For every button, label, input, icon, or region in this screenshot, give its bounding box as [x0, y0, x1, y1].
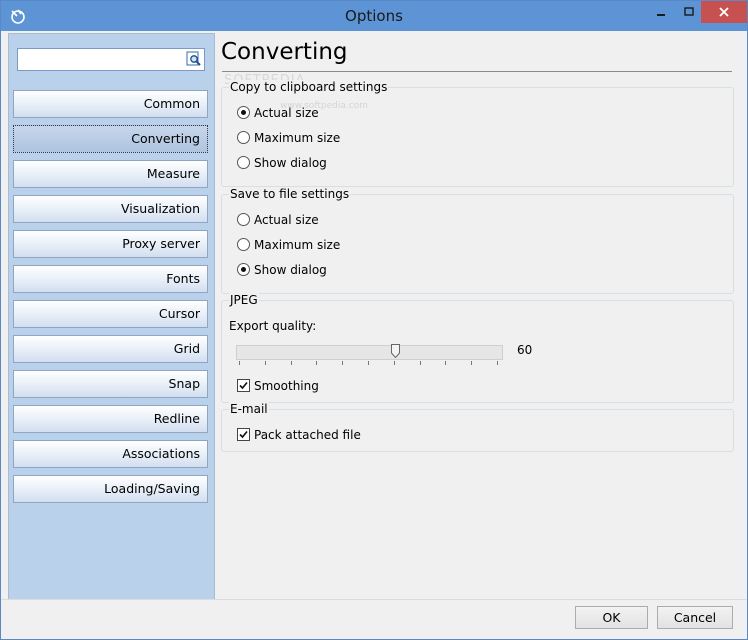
page-title: Converting	[221, 39, 348, 65]
file-actual-size-radio[interactable]: Actual size	[237, 212, 319, 228]
file-maximum-size-radio[interactable]: Maximum size	[237, 237, 340, 253]
checkbox-label: Pack attached file	[254, 428, 361, 442]
slider-tick	[316, 361, 317, 365]
clipboard-show-dialog-radio[interactable]: Show dialog	[237, 155, 327, 171]
footer-divider	[1, 599, 747, 600]
radio-label: Show dialog	[254, 263, 327, 277]
clipboard-maximum-size-radio[interactable]: Maximum size	[237, 130, 340, 146]
title-divider	[222, 71, 732, 72]
settings-panel: Converting SOFTPEDIA www.softpedia.com C…	[214, 33, 739, 598]
close-icon	[719, 7, 729, 17]
sidebar-item-redline[interactable]: Redline	[13, 405, 208, 433]
radio-button-icon[interactable]	[237, 238, 250, 251]
search-box	[17, 48, 205, 71]
sidebar-item-grid[interactable]: Grid	[13, 335, 208, 363]
close-button[interactable]	[701, 1, 747, 23]
slider-tick	[394, 361, 395, 365]
clipboard-actual-size-radio[interactable]: Actual size	[237, 105, 319, 121]
radio-label: Maximum size	[254, 238, 341, 252]
jpeg-group-label: JPEG	[229, 293, 259, 307]
smoothing-checkbox[interactable]: Smoothing	[237, 378, 319, 394]
search-icon[interactable]	[186, 51, 202, 67]
export-quality-slider[interactable]	[236, 344, 503, 360]
email-group: E-mail Pack attached file	[221, 402, 734, 452]
radio-label: Maximum size	[254, 131, 341, 145]
title-bar[interactable]: Options	[1, 1, 747, 31]
slider-tick	[342, 361, 343, 365]
sidebar-item-proxy-server[interactable]: Proxy server	[13, 230, 208, 258]
checkbox-label: Smoothing	[254, 379, 319, 393]
sidebar-item-associations[interactable]: Associations	[13, 440, 208, 468]
sidebar-item-common[interactable]: Common	[13, 90, 208, 118]
radio-button-icon[interactable]	[237, 213, 250, 226]
radio-button-icon[interactable]	[237, 131, 250, 144]
sidebar-item-fonts[interactable]: Fonts	[13, 265, 208, 293]
slider-thumb[interactable]	[391, 344, 400, 359]
sidebar-item-visualization[interactable]: Visualization	[13, 195, 208, 223]
sidebar-item-loading-saving[interactable]: Loading/Saving	[13, 475, 208, 503]
sidebar-item-converting[interactable]: Converting	[13, 125, 208, 153]
email-group-label: E-mail	[229, 402, 269, 416]
slider-tick	[471, 361, 472, 365]
export-quality-value: 60	[517, 343, 533, 357]
sidebar-item-snap[interactable]: Snap	[13, 370, 208, 398]
file-show-dialog-radio[interactable]: Show dialog	[237, 262, 327, 278]
slider-tick	[239, 361, 240, 365]
radio-button-icon[interactable]	[237, 156, 250, 169]
search-input[interactable]	[18, 49, 181, 68]
export-quality-label: Export quality:	[229, 319, 317, 333]
slider-tick	[497, 361, 498, 365]
cancel-button[interactable]: Cancel	[657, 606, 733, 629]
jpeg-group: JPEG Export quality: 60 Smoothing	[221, 293, 734, 403]
sidebar-item-measure[interactable]: Measure	[13, 160, 208, 188]
slider-tick	[420, 361, 421, 365]
sidebar-item-cursor[interactable]: Cursor	[13, 300, 208, 328]
slider-tick	[265, 361, 266, 365]
window-title: Options	[345, 7, 403, 25]
radio-button-icon[interactable]	[237, 263, 250, 276]
radio-label: Actual size	[254, 106, 319, 120]
radio-button-icon[interactable]	[237, 106, 250, 119]
clipboard-group: Copy to clipboard settings Actual size M…	[221, 80, 734, 187]
clipboard-group-label: Copy to clipboard settings	[229, 80, 389, 94]
slider-ticks	[239, 361, 501, 366]
slider-tick	[445, 361, 446, 365]
sidebar: Common Converting Measure Visualization …	[8, 33, 215, 600]
checkbox-icon[interactable]	[237, 428, 250, 441]
minimize-button[interactable]	[647, 1, 675, 23]
slider-tick	[291, 361, 292, 365]
slider-tick	[368, 361, 369, 365]
pack-attached-file-checkbox[interactable]: Pack attached file	[237, 427, 361, 443]
radio-label: Show dialog	[254, 156, 327, 170]
checkbox-icon[interactable]	[237, 379, 250, 392]
maximize-button[interactable]	[675, 1, 703, 23]
file-group-label: Save to file settings	[229, 187, 351, 201]
options-window: Options Common Converting Measure Visual…	[0, 0, 748, 640]
radio-label: Actual size	[254, 213, 319, 227]
ok-button[interactable]: OK	[575, 606, 648, 629]
file-group: Save to file settings Actual size Maximu…	[221, 187, 734, 294]
